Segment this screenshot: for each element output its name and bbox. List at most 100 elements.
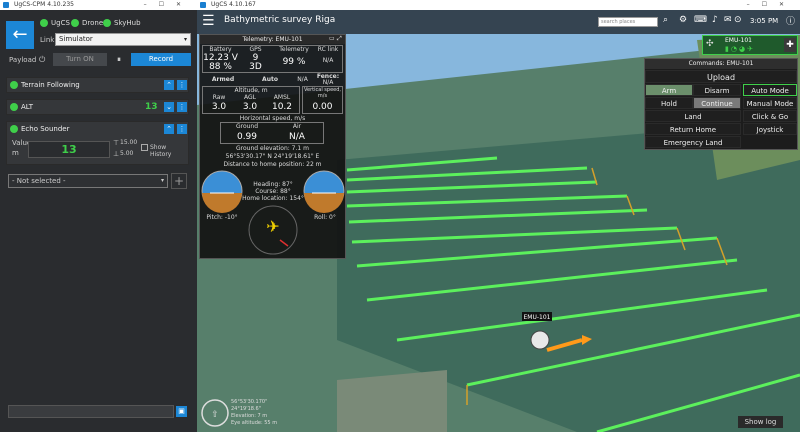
heading-compass: ✈ — [248, 205, 298, 255]
roll-indicator — [303, 170, 345, 213]
land-button[interactable]: Land — [645, 110, 741, 122]
rc-link-label: RC link — [317, 46, 339, 53]
coordinates: 56°53'30.17" N 24°19'18.61" E — [225, 153, 320, 160]
battery-percent: 88 % — [209, 62, 232, 72]
link-select-value: Simulator — [59, 35, 93, 43]
search-input[interactable]: search places — [598, 17, 658, 27]
time-icon: ⊙ — [734, 15, 742, 25]
left-window-title: UgCS-CPM 4.10.235 — [14, 1, 74, 8]
mute-icon[interactable]: ♪ — [712, 15, 718, 25]
altitude-header: Altitude, m — [234, 87, 268, 94]
add-button[interactable]: + — [171, 173, 187, 189]
app-icon — [200, 2, 206, 8]
more-vertical-icon: ⋮ — [178, 125, 186, 133]
settings-icon[interactable]: ⚙ — [679, 15, 687, 25]
range-min-icon: ⊥ — [113, 150, 120, 158]
expand-button[interactable]: ⌃ — [164, 80, 174, 90]
telemetry-panel: Telemetry: EMU-101 ▭ ⤢ Battery GPS Telem… — [199, 34, 346, 259]
amsl-label: AMSL — [273, 94, 291, 101]
commands-panel: Commands: EMU-101 Upload Arm Disarm Auto… — [644, 58, 798, 150]
back-button[interactable]: ← — [6, 21, 34, 49]
click-go-button[interactable]: Click & Go — [743, 110, 797, 122]
show-log-button[interactable]: Show log — [738, 416, 783, 428]
menu-button[interactable]: ⋮ — [177, 124, 187, 134]
continue-button[interactable]: Continue — [693, 97, 741, 109]
agl-label: AGL — [244, 94, 256, 101]
pause-icon[interactable]: ⏸ — [112, 53, 126, 66]
send-icon: ▣ — [178, 407, 185, 415]
left-body — [0, 10, 197, 432]
distance-home: Distance to home position: 22 m — [223, 161, 322, 168]
turn-on-button[interactable]: Turn ON — [53, 53, 107, 66]
left-title-bar: UgCS-CPM 4.10.235 –☐✕ — [0, 0, 197, 10]
chevron-down-icon: ▾ — [183, 36, 187, 43]
chevron-up-double-icon: ⌃ — [166, 81, 172, 89]
expand-button[interactable]: ⌃ — [164, 124, 174, 134]
drone-thumbnail-icon: ✣ — [706, 39, 714, 49]
alt-panel: ALT 13 ⌄ ⋮ — [6, 99, 189, 115]
compass-text-1: 24°19'18.6" — [231, 406, 261, 412]
panel-header: Echo Sounder — [10, 125, 69, 133]
show-history-checkbox[interactable] — [141, 144, 148, 151]
airplane-icon: ✈ — [266, 217, 279, 236]
hamburger-menu-icon[interactable]: ☰ — [202, 13, 215, 29]
info-icon[interactable]: ⓘ — [786, 14, 795, 27]
not-selected-value: - Not selected - — [12, 177, 66, 185]
connection-drone: Drone — [71, 19, 103, 27]
status-dot-icon — [10, 125, 18, 133]
menu-button[interactable]: ⋮ — [177, 80, 187, 90]
home-direction-icon — [279, 239, 289, 247]
battery-label: Battery — [209, 46, 232, 53]
alt-label: ALT — [21, 103, 34, 111]
minimize-icon[interactable]: ▭ — [329, 35, 335, 42]
connection-label: SkyHub — [114, 19, 141, 27]
expand-button[interactable]: ⌄ — [164, 102, 174, 112]
pitch-value: Pitch: -10° — [206, 214, 238, 221]
disarm-button[interactable]: Disarm — [693, 84, 741, 96]
arm-button[interactable]: Arm — [645, 84, 693, 96]
fence-value: N/A — [322, 79, 334, 86]
status-dot-icon — [71, 19, 79, 27]
range-min: 5.00 — [120, 150, 134, 157]
window-controls[interactable]: –☐✕ — [747, 0, 796, 10]
chat-icon[interactable]: ✉ — [724, 15, 732, 25]
upload-button[interactable]: Upload — [645, 70, 797, 83]
not-selected-select[interactable]: - Not selected - ▾ — [8, 174, 168, 188]
power-icon[interactable]: ⏻ — [39, 55, 45, 65]
record-button[interactable]: Record — [131, 53, 191, 66]
compass-text-2: Elevation: 7 m — [231, 413, 267, 419]
menu-button[interactable]: ⋮ — [177, 102, 187, 112]
ugcs-cpm-window: UgCS-CPM 4.10.235 –☐✕ ← UgCS Drone SkyHu… — [0, 0, 197, 432]
roll-value: Roll: 0° — [314, 214, 336, 221]
window-controls[interactable]: –☐✕ — [144, 0, 193, 10]
ground-speed: 0.99 — [236, 132, 258, 142]
range-max-icon: ⊤ — [113, 139, 120, 147]
link-select[interactable]: Simulator ▾ — [55, 33, 191, 46]
auto-mode-button[interactable]: Auto Mode — [743, 84, 797, 96]
top-bar: ☰ Bathymetric survey Riga search places … — [197, 10, 800, 34]
expand-icon[interactable]: ⤢ — [337, 35, 342, 43]
drone-plus-icon[interactable]: ✚ — [784, 38, 796, 52]
compass-north-icon: ⇧ — [211, 410, 219, 420]
uav-map-label: EMU-101 — [524, 314, 551, 321]
hold-button[interactable]: Hold — [645, 97, 693, 109]
gps-label: GPS — [249, 46, 262, 53]
joystick-button[interactable]: Joystick — [743, 123, 797, 135]
manual-mode-button[interactable]: Manual Mode — [743, 97, 797, 109]
terrain-following-label: Terrain Following — [21, 81, 80, 89]
return-home-button[interactable]: Return Home — [645, 123, 741, 135]
drone-icon — [530, 330, 550, 350]
echo-sounder-panel: Echo Sounder ⌃ ⋮ Value m 13 ⊤ 15.00 ⊥ 5.… — [6, 121, 189, 165]
echo-value-display: 13 — [28, 141, 110, 158]
arrow-left-icon: ← — [12, 24, 28, 45]
keyboard-icon[interactable]: ⌨ — [694, 15, 707, 25]
emergency-land-button[interactable]: Emergency Land — [645, 136, 741, 148]
panel-header: Terrain Following — [10, 81, 80, 89]
air-label: Air — [292, 123, 302, 130]
telemetry-header: Telemetry: EMU-101 — [200, 35, 345, 44]
search-icon[interactable]: ⌕ — [663, 15, 668, 25]
search-placeholder: search places — [601, 19, 636, 25]
command-input[interactable] — [8, 405, 174, 418]
send-button[interactable]: ▣ — [176, 406, 187, 417]
payload-label: Payload — [9, 56, 37, 64]
